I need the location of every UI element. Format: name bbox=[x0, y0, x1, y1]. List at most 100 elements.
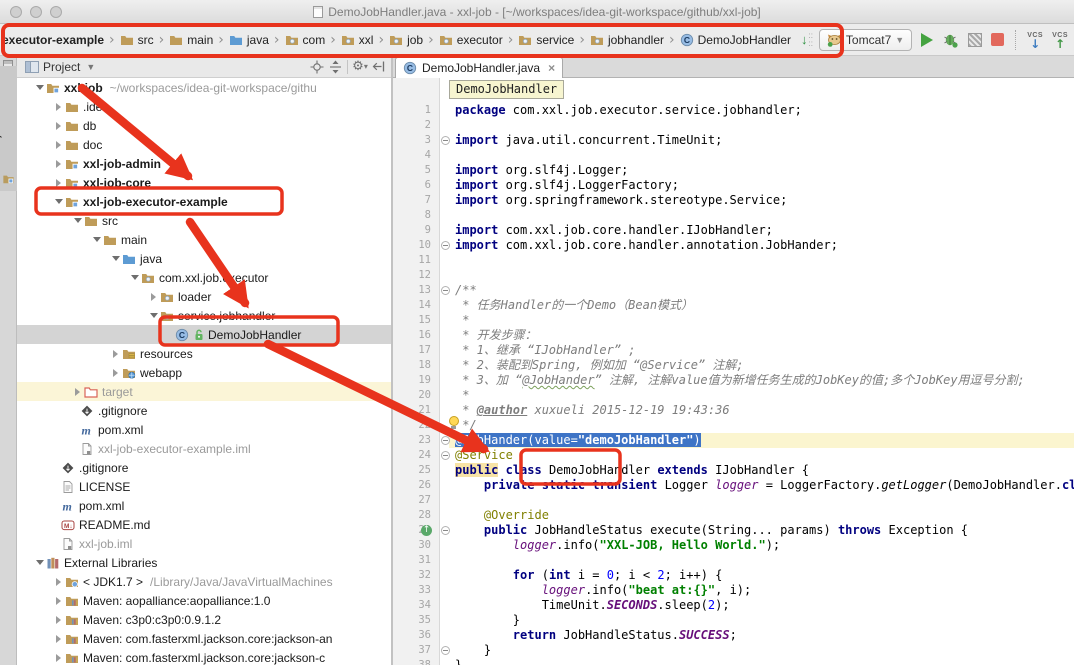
code-line-38[interactable]: 38} bbox=[393, 658, 1074, 665]
chevron-expanded-icon[interactable] bbox=[52, 199, 65, 204]
fold-marker-icon[interactable] bbox=[441, 286, 450, 295]
chevron-collapsed-icon[interactable] bbox=[109, 369, 122, 377]
chevron-collapsed-icon[interactable] bbox=[52, 578, 65, 586]
tree-item-xxl-job-admin[interactable]: xxl-job-admin bbox=[17, 154, 391, 173]
crumb-executor[interactable]: executor› bbox=[439, 32, 519, 48]
code-line-31[interactable]: 31 bbox=[393, 553, 1074, 568]
vcs-update-button[interactable]: VCS↓ bbox=[1027, 32, 1043, 48]
tree-item-xxl-job-executor-example[interactable]: xxl-job-executor-example bbox=[17, 192, 391, 211]
debug-icon[interactable] bbox=[942, 32, 959, 48]
crumb-com[interactable]: com› bbox=[285, 32, 341, 48]
tree-item-.gitignore[interactable]: .gitignore bbox=[17, 458, 391, 477]
crumb-main[interactable]: main› bbox=[169, 32, 229, 48]
code-line-18[interactable]: 18 * 2、装配到Spring, 例如加 “@Service” 注解; bbox=[393, 358, 1074, 373]
chevron-collapsed-icon[interactable] bbox=[52, 597, 65, 605]
code-line-27[interactable]: 27 bbox=[393, 493, 1074, 508]
tree-item-src[interactable]: src bbox=[17, 211, 391, 230]
tree-item-loader[interactable]: loader bbox=[17, 287, 391, 306]
chevron-collapsed-icon[interactable] bbox=[52, 616, 65, 624]
code-line-28[interactable]: 28 @Override bbox=[393, 508, 1074, 523]
chevron-collapsed-icon[interactable] bbox=[147, 293, 160, 301]
tree-item-java[interactable]: java bbox=[17, 249, 391, 268]
code-line-1[interactable]: 1package com.xxl.job.executor.service.jo… bbox=[393, 103, 1074, 118]
code-area[interactable]: 1package com.xxl.job.executor.service.jo… bbox=[393, 78, 1074, 665]
tree-item--JDK1.7-[interactable]: < JDK1.7 >/Library/Java/JavaVirtualMachi… bbox=[17, 572, 391, 591]
tree-item-LICENSE[interactable]: LICENSE bbox=[17, 477, 391, 496]
code-line-30[interactable]: 30 logger.info("XXL-JOB, Hello World."); bbox=[393, 538, 1074, 553]
panel-title[interactable]: Project bbox=[43, 60, 80, 74]
chevron-expanded-icon[interactable] bbox=[109, 256, 122, 261]
crumb-job[interactable]: job› bbox=[389, 32, 439, 48]
tree-item-main[interactable]: main bbox=[17, 230, 391, 249]
tree-item-xxl-job-executor-example.iml[interactable]: xxl-job-executor-example.iml bbox=[17, 439, 391, 458]
code-line-26[interactable]: 26 private static transient Logger logge… bbox=[393, 478, 1074, 493]
tree-item-.gitignore[interactable]: .gitignore bbox=[17, 401, 391, 420]
tree-item-README.md[interactable]: M↓README.md bbox=[17, 515, 391, 534]
tree-item-DemoJobHandler[interactable]: CDemoJobHandler bbox=[17, 325, 391, 344]
vcs-commit-button[interactable]: VCS↑ bbox=[1052, 32, 1068, 48]
chevron-collapsed-icon[interactable] bbox=[52, 103, 65, 111]
tree-item-Maven-c3p0-c3p0-0.9.1.2[interactable]: Maven: c3p0:c3p0:0.9.1.2 bbox=[17, 610, 391, 629]
tab-demojobhandler[interactable]: C DemoJobHandler.java × bbox=[395, 57, 563, 78]
code-line-29[interactable]: 29↑ public JobHandleStatus execute(Strin… bbox=[393, 523, 1074, 538]
crumb-service[interactable]: service› bbox=[518, 32, 590, 48]
chevron-expanded-icon[interactable] bbox=[33, 560, 46, 565]
settings-gear-icon[interactable]: ⚙▾ bbox=[351, 59, 369, 75]
code-line-25[interactable]: 25public class DemoJobHandler extends IJ… bbox=[393, 463, 1074, 478]
close-tab-icon[interactable]: × bbox=[548, 61, 555, 75]
tree-item-doc[interactable]: doc bbox=[17, 135, 391, 154]
chevron-collapsed-icon[interactable] bbox=[52, 635, 65, 643]
code-line-24[interactable]: 24@Service bbox=[393, 448, 1074, 463]
chevron-collapsed-icon[interactable] bbox=[52, 179, 65, 187]
fold-marker-icon[interactable] bbox=[441, 646, 450, 655]
code-line-23[interactable]: 23@JobHander(value="demoJobHandler") bbox=[393, 433, 1074, 448]
crumb-DemoJobHandler[interactable]: CDemoJobHandler› bbox=[680, 32, 797, 48]
tree-item-webapp[interactable]: webapp bbox=[17, 363, 391, 382]
code-line-8[interactable]: 8 bbox=[393, 208, 1074, 223]
code-line-4[interactable]: 4 bbox=[393, 148, 1074, 163]
fold-marker-icon[interactable] bbox=[441, 136, 450, 145]
code-line-6[interactable]: 6import org.slf4j.LoggerFactory; bbox=[393, 178, 1074, 193]
tree-item-pom.xml[interactable]: mpom.xml bbox=[17, 496, 391, 515]
hide-panel-icon[interactable] bbox=[369, 59, 387, 75]
chevron-expanded-icon[interactable] bbox=[33, 85, 46, 90]
code-line-32[interactable]: 32 for (int i = 0; i < 2; i++) { bbox=[393, 568, 1074, 583]
tree-item-xxl-job.iml[interactable]: xxl-job.iml bbox=[17, 534, 391, 553]
tree-item-Maven-com.fasterxml.jackson.core-jackson-c[interactable]: Maven: com.fasterxml.jackson.core:jackso… bbox=[17, 648, 391, 665]
code-line-20[interactable]: 20 * bbox=[393, 388, 1074, 403]
lightbulb-icon[interactable] bbox=[447, 416, 460, 430]
crumb-java[interactable]: java› bbox=[229, 32, 285, 48]
tree-item-External-Libraries[interactable]: External Libraries bbox=[17, 553, 391, 572]
tree-item-pom.xml[interactable]: mpom.xml bbox=[17, 420, 391, 439]
chevron-collapsed-icon[interactable] bbox=[71, 388, 84, 396]
code-line-10[interactable]: 10import com.xxl.job.core.handler.annota… bbox=[393, 238, 1074, 253]
project-tool-button[interactable]: 1: Project bbox=[0, 66, 17, 191]
code-line-15[interactable]: 15 * bbox=[393, 313, 1074, 328]
chevron-down-icon[interactable]: ▼ bbox=[86, 62, 95, 72]
tree-item-.idea[interactable]: .idea bbox=[17, 97, 391, 116]
run-configuration-select[interactable]: Tomcat7 ▼ bbox=[819, 29, 912, 51]
code-line-7[interactable]: 7import org.springframework.stereotype.S… bbox=[393, 193, 1074, 208]
code-line-34[interactable]: 34 TimeUnit.SECONDS.sleep(2); bbox=[393, 598, 1074, 613]
crumb-src[interactable]: src› bbox=[120, 32, 170, 48]
stop-icon[interactable] bbox=[991, 33, 1004, 46]
chevron-expanded-icon[interactable] bbox=[147, 313, 160, 318]
fold-marker-icon[interactable] bbox=[441, 451, 450, 460]
tree-item-Maven-com.fasterxml.jackson.core-jackson-an[interactable]: Maven: com.fasterxml.jackson.core:jackso… bbox=[17, 629, 391, 648]
collapse-all-icon[interactable] bbox=[326, 59, 344, 75]
code-line-5[interactable]: 5import org.slf4j.Logger; bbox=[393, 163, 1074, 178]
code-line-14[interactable]: 14 * 任务Handler的一个Demo（Bean模式） bbox=[393, 298, 1074, 313]
code-line-19[interactable]: 19 * 3、加 “@JobHander” 注解, 注解value值为新增任务生… bbox=[393, 373, 1074, 388]
code-line-12[interactable]: 12 bbox=[393, 268, 1074, 283]
code-line-36[interactable]: 36 return JobHandleStatus.SUCCESS; bbox=[393, 628, 1074, 643]
crumb-jobhandler[interactable]: jobhandler› bbox=[590, 32, 680, 48]
code-line-22[interactable]: 22 */ bbox=[393, 418, 1074, 433]
code-line-35[interactable]: 35 } bbox=[393, 613, 1074, 628]
code-line-2[interactable]: 2 bbox=[393, 118, 1074, 133]
tree-item-service.jobhandler[interactable]: service.jobhandler bbox=[17, 306, 391, 325]
code-line-3[interactable]: 3import java.util.concurrent.TimeUnit; bbox=[393, 133, 1074, 148]
tree-item-Maven-aopalliance-aopalliance-1.0[interactable]: Maven: aopalliance:aopalliance:1.0 bbox=[17, 591, 391, 610]
crumb-xxl[interactable]: xxl› bbox=[341, 32, 389, 48]
tree-item-xxl-job[interactable]: xxl-job~/workspaces/idea-git-workspace/g… bbox=[17, 78, 391, 97]
coverage-icon[interactable] bbox=[968, 33, 982, 47]
